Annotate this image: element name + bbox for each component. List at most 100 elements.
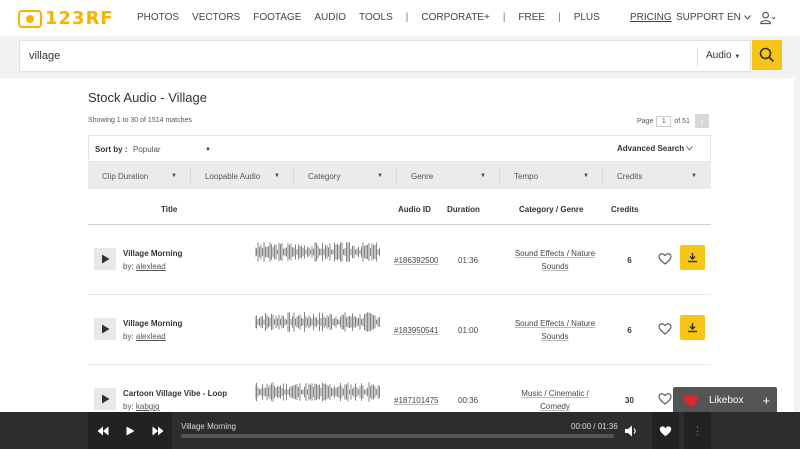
- nav-item-free[interactable]: FREE: [518, 12, 545, 23]
- category-link[interactable]: Music / Cinematic /: [521, 389, 589, 398]
- play-icon[interactable]: [126, 426, 135, 436]
- download-icon: [688, 323, 697, 333]
- author-link[interactable]: kabgig: [136, 402, 160, 411]
- nav-item-tools[interactable]: TOOLS: [359, 12, 393, 23]
- heart-filled-icon: [659, 425, 672, 436]
- more-vertical-icon: ⋮: [691, 423, 704, 438]
- track-title[interactable]: Village Morning: [123, 249, 182, 258]
- nav-separator: |: [558, 12, 561, 23]
- nav-item-plus[interactable]: PLUS: [574, 12, 600, 23]
- download-button[interactable]: [680, 315, 705, 340]
- nav-item-pricing[interactable]: PRICING: [630, 12, 672, 23]
- play-icon: [101, 324, 109, 334]
- audio-id-link[interactable]: #187101475: [394, 396, 439, 405]
- fast-forward-icon[interactable]: [152, 426, 164, 436]
- col-duration: Duration: [447, 205, 480, 214]
- author-prefix: by:: [123, 262, 134, 271]
- audio-id-link[interactable]: #183950541: [394, 326, 439, 335]
- play-button[interactable]: [94, 388, 116, 410]
- filter-label: Loopable Audio: [205, 172, 261, 181]
- waveform[interactable]: [255, 381, 381, 403]
- category-link[interactable]: Comedy: [540, 402, 570, 411]
- col-credits: Credits: [611, 205, 639, 214]
- heart-icon[interactable]: [658, 252, 672, 266]
- player-time: 00:00 / 01:36: [571, 422, 618, 431]
- table-header: Title Audio ID Duration Category / Genre…: [88, 204, 711, 225]
- nav-item-support[interactable]: SUPPORT: [676, 12, 724, 23]
- category-link[interactable]: Sound Effects / Nature: [515, 249, 595, 258]
- nav-item-footage[interactable]: FOOTAGE: [253, 12, 301, 23]
- play-button[interactable]: [94, 318, 116, 340]
- search-type-label: Audio: [706, 50, 732, 61]
- waveform[interactable]: [255, 241, 381, 263]
- heart-icon[interactable]: [658, 322, 672, 336]
- next-page-button[interactable]: ›: [694, 114, 709, 128]
- category-link[interactable]: Sounds: [541, 332, 568, 341]
- page-total: of 51: [674, 117, 690, 125]
- audio-player: Village Morning 00:00 / 01:36 ⋮: [0, 412, 800, 449]
- col-audio-id: Audio ID: [398, 205, 431, 214]
- scrollbar[interactable]: [794, 78, 800, 412]
- duration: 00:36: [458, 396, 479, 405]
- download-icon: [688, 253, 697, 263]
- filter-category[interactable]: Category ▼: [294, 162, 397, 189]
- nav-item-vectors[interactable]: VECTORS: [192, 12, 240, 23]
- credits: 30: [625, 396, 634, 405]
- filter-genre[interactable]: Genre ▼: [397, 162, 500, 189]
- search-input[interactable]: village Audio ▼: [19, 40, 751, 72]
- waveform[interactable]: [255, 311, 381, 333]
- search-button[interactable]: [752, 40, 782, 70]
- more-options-button[interactable]: ⋮: [684, 412, 711, 449]
- track-title[interactable]: Cartoon Village Vibe - Loop: [123, 389, 227, 398]
- audio-id-link[interactable]: #186392500: [394, 256, 439, 265]
- player-like-button[interactable]: [652, 412, 679, 449]
- search-type-select[interactable]: Audio ▼: [706, 50, 740, 61]
- play-icon: [101, 254, 109, 264]
- download-button[interactable]: [680, 245, 705, 270]
- nav-item-audio[interactable]: AUDIO: [314, 12, 346, 23]
- chevron-down-icon: [743, 15, 751, 20]
- user-icon[interactable]: [760, 10, 776, 26]
- author-link[interactable]: alexlead: [136, 332, 166, 341]
- credits: 6: [627, 256, 632, 265]
- heart-icon[interactable]: [658, 392, 672, 406]
- caret-down-icon: ▼: [691, 173, 697, 179]
- track-title[interactable]: Village Morning: [123, 319, 182, 328]
- sort-select[interactable]: Popular: [133, 145, 161, 154]
- likebox-label: Likebox: [709, 395, 744, 406]
- credits: 6: [627, 326, 632, 335]
- col-category: Category / Genre: [519, 205, 584, 214]
- likebox-panel[interactable]: Likebox +: [673, 387, 777, 414]
- player-progress-bar[interactable]: [181, 434, 614, 438]
- category-link[interactable]: Sounds: [541, 262, 568, 271]
- filter-tempo[interactable]: Tempo ▼: [500, 162, 603, 189]
- sort-bar: Sort by : Popular ▼ Advanced Search: [88, 135, 711, 162]
- logo-icon: [18, 9, 42, 28]
- search-divider: [697, 47, 698, 67]
- chevron-down-icon: [686, 146, 694, 151]
- category-genre: Sound Effects / Nature Sounds: [498, 247, 612, 273]
- page-number-input[interactable]: 1: [656, 115, 672, 127]
- filter-loopable-audio[interactable]: Loopable Audio ▼: [191, 162, 294, 189]
- filter-label: Credits: [617, 172, 643, 181]
- volume-icon[interactable]: [624, 424, 638, 438]
- heart-filled-icon: [683, 394, 699, 407]
- logo[interactable]: 123RF: [18, 8, 114, 29]
- author-link[interactable]: alexlead: [136, 262, 166, 271]
- caret-down-icon: ▼: [583, 173, 589, 179]
- rewind-icon[interactable]: [97, 426, 109, 436]
- filter-credits[interactable]: Credits ▼: [603, 162, 711, 189]
- chevron-right-icon: ›: [700, 116, 704, 126]
- filter-label: Tempo: [514, 172, 539, 181]
- category-link[interactable]: Sound Effects / Nature: [515, 319, 595, 328]
- nav-item-photos[interactable]: PHOTOS: [137, 12, 179, 23]
- play-button[interactable]: [94, 248, 116, 270]
- language-label: EN: [727, 12, 741, 23]
- track-author: by: alexlead: [123, 262, 166, 271]
- likebox-expand-icon[interactable]: +: [762, 393, 770, 408]
- advanced-search-toggle[interactable]: Advanced Search: [617, 144, 694, 153]
- waveform-path: [255, 382, 380, 402]
- language-selector[interactable]: EN: [727, 12, 751, 23]
- nav-item-corporate[interactable]: CORPORATE+: [421, 12, 489, 23]
- filter-clip-duration[interactable]: Clip Duration ▼: [88, 162, 191, 189]
